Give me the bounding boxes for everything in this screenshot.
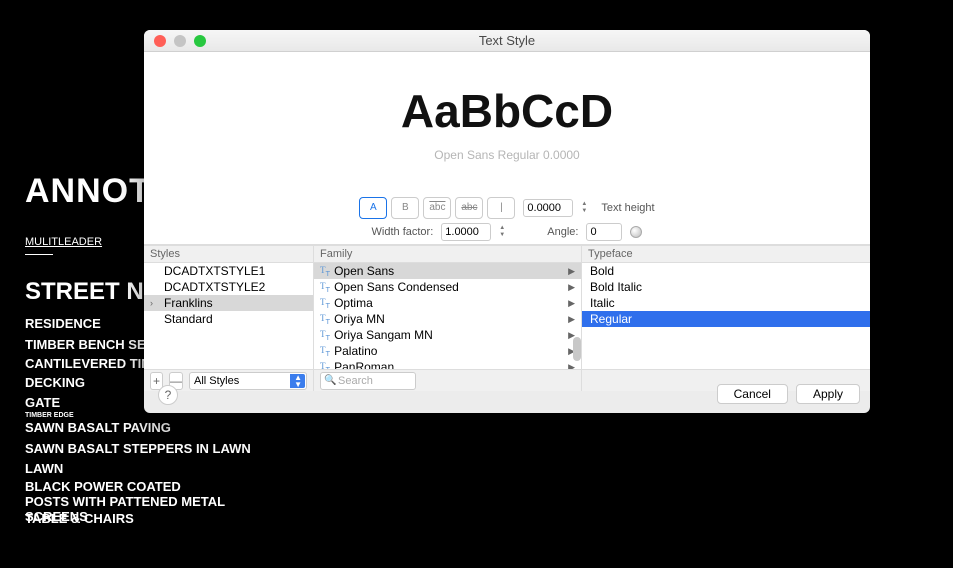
truetype-icon: TT (320, 265, 330, 278)
width-factor-stepper[interactable]: ▲▼ (499, 223, 511, 241)
list-item: RESIDENCE (25, 316, 101, 331)
family-list[interactable]: TTOpen Sans▶ TTOpen Sans Condensed▶ TTOp… (314, 263, 581, 369)
angle-input[interactable] (586, 223, 622, 241)
style-row[interactable]: Standard (144, 311, 313, 327)
family-row[interactable]: TTOpen Sans Condensed▶ (314, 279, 581, 295)
typeface-header: Typeface (582, 246, 870, 263)
typeface-row-selected[interactable]: Regular (582, 311, 870, 327)
match-orientation-button[interactable]: | (487, 197, 515, 219)
styles-header: Styles (144, 246, 313, 263)
list-item: TABLE & CHAIRS (25, 511, 134, 526)
family-row[interactable]: TTOptima▶ (314, 295, 581, 311)
chevron-right-icon: › (150, 298, 153, 308)
apply-button[interactable]: Apply (796, 384, 860, 404)
text-height-stepper[interactable]: ▲▼ (581, 199, 593, 217)
backwards-button[interactable]: abc (455, 197, 483, 219)
vertical-icon: B (402, 202, 409, 213)
bg-link-multileader: MULITLEADER (25, 236, 102, 248)
upside-down-icon: abc (429, 202, 445, 213)
typeface-row[interactable]: Italic (582, 295, 870, 311)
styles-list[interactable]: DCADTXTSTYLE1 DCADTXTSTYLE2 ›Franklins S… (144, 263, 313, 369)
truetype-icon: TT (320, 345, 330, 358)
annotative-icon: A (370, 202, 377, 213)
style-row[interactable]: DCADTXTSTYLE1 (144, 263, 313, 279)
typeface-row[interactable]: Bold (582, 263, 870, 279)
text-height-input[interactable] (523, 199, 573, 217)
list-item: SAWN BASALT STEPPERS IN LAWN (25, 441, 251, 456)
bg-divider (25, 248, 53, 255)
list-item: CANTILEVERED TIMB (25, 356, 162, 371)
window-title: Text Style (144, 33, 870, 48)
orientation-icon: | (500, 202, 503, 213)
submenu-arrow-icon: ▶ (568, 282, 575, 293)
annotative-button[interactable]: A (359, 197, 387, 219)
family-row[interactable]: TTPalatino▶ (314, 343, 581, 359)
typeface-list[interactable]: Bold Bold Italic Italic Regular (582, 263, 870, 369)
width-factor-input[interactable] (441, 223, 491, 241)
family-row-selected[interactable]: TTOpen Sans▶ (314, 263, 581, 279)
width-factor-label: Width factor: (372, 226, 434, 238)
preview-subtitle: Open Sans Regular 0.0000 (434, 148, 579, 162)
style-row[interactable]: DCADTXTSTYLE2 (144, 279, 313, 295)
list-item: TIMBER EDGE (25, 412, 74, 419)
family-row[interactable]: TTPanRoman▶ (314, 359, 581, 369)
family-row[interactable]: TTOriya MN▶ (314, 311, 581, 327)
scrollbar-thumb[interactable] (573, 337, 581, 361)
toolbar: A B abc abc | ▲▼ Text height Width facto… (144, 193, 870, 245)
truetype-icon: TT (320, 297, 330, 310)
truetype-icon: TT (320, 361, 330, 369)
submenu-arrow-icon: ▶ (568, 266, 575, 277)
help-button[interactable]: ? (158, 385, 178, 405)
bg-heading-street: STREET N (25, 278, 144, 306)
submenu-arrow-icon: ▶ (568, 362, 575, 370)
angle-dial[interactable] (630, 226, 642, 238)
styles-panel: Styles DCADTXTSTYLE1 DCADTXTSTYLE2 ›Fran… (144, 246, 314, 391)
text-style-window: Text Style AaBbCcD Open Sans Regular 0.0… (144, 30, 870, 413)
titlebar[interactable]: Text Style (144, 30, 870, 52)
list-item: DECKING (25, 375, 85, 390)
list-item: SAWN BASALT PAVING (25, 420, 171, 435)
family-row[interactable]: TTOriya Sangam MN▶ (314, 327, 581, 343)
typeface-row[interactable]: Bold Italic (582, 279, 870, 295)
style-row-selected[interactable]: ›Franklins (144, 295, 313, 311)
preview-text: AaBbCcD (401, 84, 613, 138)
upside-down-button[interactable]: abc (423, 197, 451, 219)
backwards-icon: abc (461, 202, 477, 213)
truetype-icon: TT (320, 329, 330, 342)
list-item: LAWN (25, 461, 63, 476)
list-item: TIMBER BENCH SEAT (25, 337, 162, 352)
angle-label: Angle: (547, 226, 578, 238)
family-header: Family (314, 246, 581, 263)
list-item: GATE (25, 395, 60, 410)
cancel-button[interactable]: Cancel (717, 384, 788, 404)
preview-area: AaBbCcD Open Sans Regular 0.0000 (144, 52, 870, 193)
truetype-icon: TT (320, 281, 330, 294)
vertical-button[interactable]: B (391, 197, 419, 219)
submenu-arrow-icon: ▶ (568, 298, 575, 309)
typeface-panel: Typeface Bold Bold Italic Italic Regular (582, 246, 870, 391)
truetype-icon: TT (320, 313, 330, 326)
submenu-arrow-icon: ▶ (568, 314, 575, 325)
family-panel: Family TTOpen Sans▶ TTOpen Sans Condense… (314, 246, 582, 391)
text-height-label: Text height (601, 202, 654, 214)
